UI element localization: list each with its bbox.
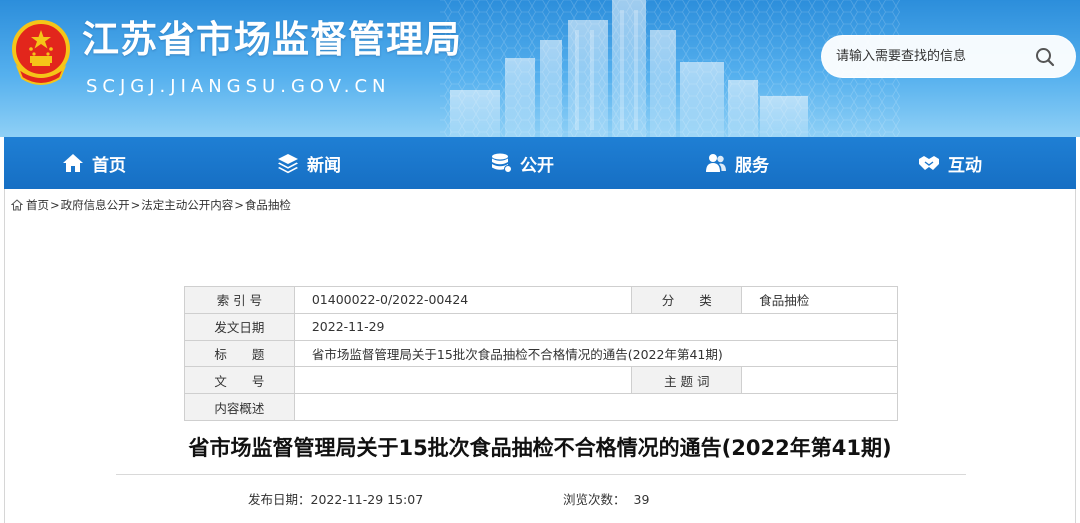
national-emblem-icon: [12, 20, 70, 85]
breadcrumb-item-home[interactable]: 首页: [26, 197, 49, 213]
summary-value: [293, 393, 899, 421]
table-row: 文 号 主 题 词: [184, 366, 898, 395]
keywords-label: 主 题 词: [631, 366, 743, 395]
nav-item-label: 互动: [948, 155, 982, 176]
title-label: 标 题: [184, 339, 295, 368]
index-value: 01400022-0/2022-00424: [293, 286, 633, 314]
home-icon: [11, 199, 23, 211]
breadcrumb-separator: >: [130, 198, 141, 212]
home-icon: [63, 154, 83, 172]
publish-date: 发布日期：2022-11-29 15:07: [248, 489, 423, 508]
site-banner: 江苏省市场监督管理局 SCJGJ.JIANGSU.GOV.CN: [0, 0, 1080, 137]
document-info-table: 索 引 号 01400022-0/2022-00424 分 类 食品抽检 发文日…: [184, 286, 899, 421]
nav-item-label: 新闻: [307, 155, 341, 176]
docno-value: [293, 366, 633, 395]
database-icon: [492, 153, 512, 173]
search-icon[interactable]: [1034, 46, 1056, 68]
breadcrumb: 首页 > 政府信息公开 > 法定主动公开内容 > 食品抽检: [11, 197, 291, 213]
view-count-label: 浏览次数：: [563, 492, 626, 507]
handshake-icon: [919, 156, 939, 170]
docno-label: 文 号: [184, 366, 295, 395]
table-row: 发文日期 2022-11-29: [184, 312, 899, 341]
title-divider: [116, 474, 966, 475]
main-nav: 首页 新闻 公开 服务 互动: [4, 137, 1076, 189]
index-label: 索 引 号: [184, 286, 295, 314]
nav-item-label: 服务: [735, 155, 769, 176]
nav-item-label: 首页: [92, 155, 126, 176]
breadcrumb-item-statutory[interactable]: 法定主动公开内容: [141, 197, 233, 213]
nav-item-news[interactable]: 新闻: [277, 137, 341, 189]
search-box: [821, 35, 1076, 78]
users-icon: [706, 154, 726, 172]
breadcrumb-separator: >: [234, 198, 244, 212]
date-value: 2022-11-29: [293, 312, 899, 341]
nav-item-interact[interactable]: 互动: [918, 137, 982, 189]
nav-item-service[interactable]: 服务: [705, 137, 769, 189]
summary-label: 内容概述: [184, 393, 295, 421]
layers-icon: [278, 154, 298, 174]
keywords-value: [741, 366, 898, 395]
breadcrumb-item-gov-info[interactable]: 政府信息公开: [61, 197, 130, 213]
nav-item-home[interactable]: 首页: [62, 137, 126, 189]
table-row: 内容概述: [184, 393, 899, 421]
date-label: 发文日期: [184, 312, 295, 341]
breadcrumb-item-food-inspection[interactable]: 食品抽检: [245, 197, 291, 213]
nav-item-label: 公开: [520, 155, 554, 176]
table-row: 标 题 省市场监督管理局关于15批次食品抽检不合格情况的通告(2022年第41期…: [184, 339, 899, 368]
site-domain: SCJGJ.JIANGSU.GOV.CN: [86, 76, 391, 97]
title-value: 省市场监督管理局关于15批次食品抽检不合格情况的通告(2022年第41期): [293, 339, 899, 368]
site-title: 江苏省市场监督管理局: [82, 18, 462, 61]
article-title: 省市场监督管理局关于15批次食品抽检不合格情况的通告(2022年第41期): [188, 436, 892, 460]
publish-date-label: 发布日期：: [248, 492, 311, 507]
breadcrumb-separator: >: [50, 198, 60, 212]
view-count-value: 39: [633, 492, 650, 507]
publish-date-value: 2022-11-29 15:07: [310, 492, 424, 507]
table-row: 索 引 号 01400022-0/2022-00424 分 类 食品抽检: [184, 286, 898, 314]
search-input[interactable]: [836, 36, 1026, 77]
nav-item-public[interactable]: 公开: [490, 137, 554, 189]
category-value: 食品抽检: [741, 286, 898, 314]
category-label: 分 类: [631, 286, 743, 314]
view-count: 浏览次数： 39: [563, 489, 649, 508]
